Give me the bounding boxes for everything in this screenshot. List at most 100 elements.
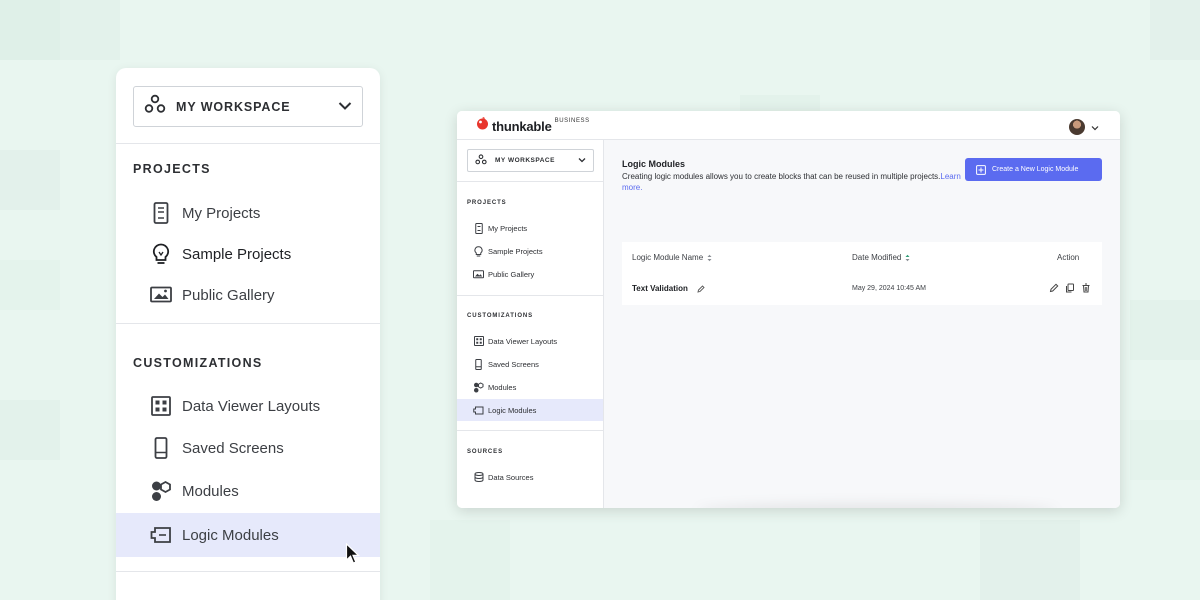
background-tile	[1130, 420, 1200, 480]
zoomed-sidebar: MY WORKSPACE PROJECTS My Projects Sample…	[116, 68, 380, 600]
top-bar: thunkable BUSINESS	[457, 111, 1120, 140]
column-header-name[interactable]: Logic Module Name	[632, 253, 712, 262]
sidebar-item-label: Logic Modules	[488, 405, 537, 415]
sidebar-item-public-gallery[interactable]: Public Gallery	[457, 263, 603, 285]
button-label: Create a New Logic Module	[992, 166, 1079, 173]
background-tile	[0, 260, 60, 310]
background-tile	[0, 400, 60, 460]
section-title-sources: SOURCES	[467, 449, 503, 455]
sidebar-item-label: My Projects	[488, 223, 528, 233]
sidebar-item-data-viewer-layouts[interactable]: Data Viewer Layouts	[116, 384, 380, 428]
grid-icon	[473, 336, 484, 347]
sidebar-item-data-viewer-layouts[interactable]: Data Viewer Layouts	[457, 330, 603, 352]
workspace-icon	[144, 94, 166, 119]
brand-tier: BUSINESS	[554, 118, 590, 124]
sidebar-item-label: Saved Screens	[182, 439, 284, 457]
sidebar-item-label: Sample Projects	[488, 246, 543, 256]
brand-logo[interactable]: thunkable BUSINESS	[476, 117, 590, 135]
duplicate-icon[interactable]	[1065, 283, 1075, 293]
sidebar: MY WORKSPACE PROJECTS My Projects Sample…	[457, 140, 604, 508]
workspace-selector[interactable]: MY WORKSPACE	[467, 149, 594, 172]
brand-name: thunkable	[492, 118, 552, 134]
sidebar-item-label: Modules	[488, 382, 517, 392]
sort-icon	[905, 254, 910, 262]
chevron-down-icon	[338, 98, 352, 116]
phone-icon	[150, 202, 172, 224]
sidebar-item-label: Data Viewer Layouts	[488, 336, 558, 346]
sidebar-item-my-projects[interactable]: My Projects	[116, 191, 380, 235]
lightbulb-icon	[473, 245, 484, 257]
pencil-icon[interactable]	[1049, 283, 1059, 293]
lightbulb-icon	[150, 243, 172, 265]
column-header-action: Action	[1057, 253, 1080, 262]
sidebar-item-logic-modules[interactable]: Logic Modules	[457, 399, 603, 421]
grid-icon	[150, 395, 172, 417]
page-title: Logic Modules	[622, 159, 685, 169]
create-logic-module-button[interactable]: Create a New Logic Module	[965, 158, 1102, 181]
row-actions	[1049, 283, 1097, 293]
divider	[116, 571, 380, 572]
section-title-customizations: CUSTOMIZATIONS	[133, 356, 263, 370]
workspace-label: MY WORKSPACE	[495, 157, 555, 164]
sidebar-item-modules[interactable]: Modules	[457, 376, 603, 398]
edit-name-icon[interactable]	[697, 284, 705, 293]
sidebar-item-sample-projects[interactable]: Sample Projects	[457, 240, 603, 262]
sort-icon	[707, 254, 712, 262]
sidebar-item-saved-screens[interactable]: Saved Screens	[457, 353, 603, 375]
divider	[116, 323, 380, 324]
modules-icon	[150, 480, 172, 502]
logic-modules-table: Logic Module Name Date Modified Action T…	[622, 242, 1102, 305]
database-icon	[473, 472, 484, 483]
description-text: Creating logic modules allows you to cre…	[622, 172, 941, 181]
image-icon	[473, 269, 484, 280]
section-title-projects: PROJECTS	[133, 162, 211, 176]
background-tile	[0, 150, 60, 210]
section-title-customizations: CUSTOMIZATIONS	[467, 313, 534, 319]
sidebar-item-public-gallery[interactable]: Public Gallery	[116, 273, 380, 317]
sidebar-item-label: My Projects	[182, 204, 261, 222]
sidebar-item-label: Public Gallery	[488, 269, 535, 279]
sidebar-item-modules[interactable]: Modules	[116, 469, 380, 513]
avatar	[1069, 119, 1085, 135]
sidebar-item-label: Data Sources	[488, 472, 534, 482]
sidebar-item-label: Logic Modules	[182, 526, 279, 544]
background-tile	[60, 0, 120, 60]
table-row-name[interactable]: Text Validation	[632, 284, 705, 293]
background-tile	[980, 520, 1080, 600]
phone-icon	[473, 358, 484, 370]
sidebar-item-label: Public Gallery	[182, 286, 275, 304]
sidebar-item-sample-projects[interactable]: Sample Projects	[116, 232, 380, 276]
sidebar-item-data-sources[interactable]: Data Sources	[457, 466, 603, 488]
mouse-cursor-icon	[345, 542, 361, 570]
column-header-date[interactable]: Date Modified	[852, 253, 910, 262]
app-window: thunkable BUSINESS MY WORKSPACE PROJECTS…	[457, 111, 1120, 508]
plus-square-icon	[976, 164, 986, 175]
image-icon	[150, 284, 172, 306]
phone-icon	[473, 222, 484, 234]
workspace-icon	[475, 154, 487, 167]
thunkable-logo-icon	[476, 117, 489, 135]
sidebar-item-label: Saved Screens	[488, 359, 539, 369]
user-menu[interactable]	[1069, 118, 1099, 136]
sidebar-item-label: Modules	[182, 482, 239, 500]
workspace-selector[interactable]: MY WORKSPACE	[133, 86, 363, 127]
modules-icon	[473, 381, 484, 393]
sidebar-item-label: Sample Projects	[182, 245, 292, 263]
section-title-projects: PROJECTS	[467, 200, 507, 206]
trash-icon[interactable]	[1081, 283, 1091, 293]
sidebar-item-saved-screens[interactable]: Saved Screens	[116, 426, 380, 470]
background-tile	[1130, 300, 1200, 360]
sidebar-item-logic-modules[interactable]: Logic Modules	[116, 513, 380, 557]
main-content: Logic Modules Creating logic modules all…	[604, 140, 1120, 508]
logic-module-icon	[473, 405, 484, 416]
sidebar-item-my-projects[interactable]: My Projects	[457, 217, 603, 239]
background-tile	[1150, 0, 1200, 60]
page-description: Creating logic modules allows you to cre…	[622, 171, 962, 193]
divider	[457, 430, 603, 431]
divider	[457, 295, 603, 296]
chevron-down-icon	[578, 157, 586, 165]
divider	[116, 143, 380, 144]
workspace-label: MY WORKSPACE	[176, 99, 291, 114]
background-tile	[430, 520, 510, 600]
chevron-down-icon	[1091, 118, 1099, 136]
